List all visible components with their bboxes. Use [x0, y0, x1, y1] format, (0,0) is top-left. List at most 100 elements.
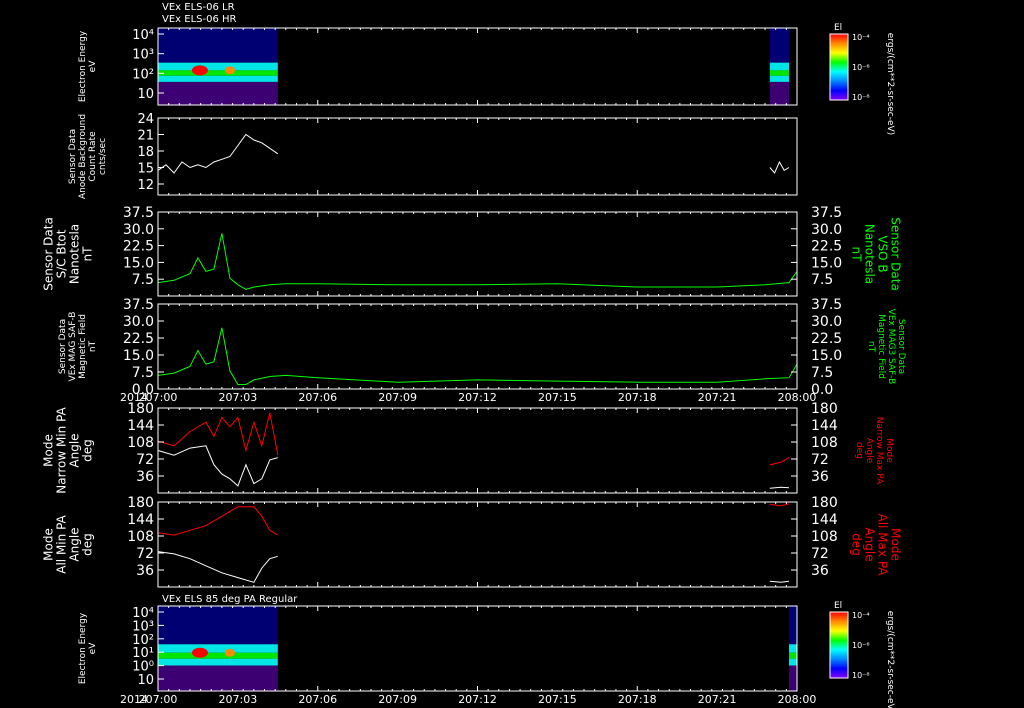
y-label-line: deg — [81, 533, 95, 556]
y-axis-label-right-bmag-saf: Sensor DataVEx MAG3 SAF-BMagnetic Fieldn… — [866, 309, 906, 385]
y-tick-label-right: 72 — [811, 452, 829, 468]
y-label-right-line: VEx MAG3 SAF-B — [886, 309, 896, 385]
y-tick-label-right: 108 — [811, 435, 838, 451]
y-tick-label: 108 — [127, 529, 154, 545]
y-label-line: deg — [81, 439, 95, 462]
y-label-line: eV — [88, 642, 98, 655]
y-label-line: All Min PA — [55, 514, 69, 573]
y-tick-label: 7.5 — [132, 272, 154, 288]
y-tick-label-right: 144 — [811, 418, 838, 434]
y-label-right-line: Sensor Data — [889, 217, 903, 291]
y-tick-label-right: 37.5 — [811, 205, 842, 221]
y-label-line: eV — [88, 60, 98, 73]
y-label-line: Sensor Data — [68, 129, 78, 184]
y-label-line: Sensor Data — [58, 319, 68, 374]
spectrogram-cell — [158, 28, 278, 63]
spectrogram-cell — [789, 658, 797, 666]
y-tick-label-right: 15.0 — [811, 255, 842, 271]
y-label-right-line: deg — [854, 442, 864, 459]
y-label-line: Mode — [42, 528, 56, 561]
y-label-line: Sensor Data — [42, 217, 56, 291]
y-label-right-line: All Max PA — [876, 514, 890, 577]
y-label-line: Count Rate — [88, 131, 98, 182]
colorbar-units-text: ergs/(cm**2-sr-sec-eV) — [885, 33, 895, 135]
y-tick-label: 18 — [137, 145, 154, 160]
series-line-all-pa-white-1 — [769, 580, 790, 583]
series-line-all-pa-red-0 — [157, 506, 279, 536]
colorbar-tick: 10⁻⁸ — [852, 671, 870, 680]
panel-frame-bmag-vso — [157, 211, 798, 297]
y-axis-label-all-pa: Mode All Min PA Angle deg — [42, 514, 95, 573]
y-label-right-line: deg — [850, 533, 864, 556]
y-tick-label: 72 — [136, 546, 154, 562]
spectrogram-cell — [789, 644, 797, 653]
y-tick-label-right: 36 — [811, 469, 829, 485]
colorbar-tick: 10⁻⁶ — [852, 63, 870, 72]
y-label-line: Anode Background — [78, 114, 88, 199]
y-label-line: cnts/sec — [98, 138, 108, 175]
spectrogram-cell — [789, 665, 797, 691]
y-tick-label-right: 180 — [811, 495, 838, 511]
y-label-line: Magnetic Field — [78, 314, 88, 379]
x-tick-label: 207:18 — [618, 391, 657, 404]
y-label-line: Mode — [42, 434, 56, 467]
x-tick-label: 207:15 — [538, 693, 577, 706]
x-tick-label: 207:00 — [139, 391, 178, 404]
y-label-line: Angle — [68, 527, 82, 561]
y-axis-label-right-all-pa: ModeAll Max PAAngledeg — [850, 514, 903, 577]
spectrogram-cell — [158, 62, 278, 71]
spectrogram-cell — [158, 652, 278, 659]
y-axis-label-right-bmag-vso: Sensor DataVSO BNanoteslanT — [850, 217, 903, 291]
y-tick-label: 72 — [136, 452, 154, 468]
colorbar-top — [829, 33, 849, 101]
x-tick-label: 207:09 — [378, 391, 417, 404]
series-line-all-pa-red-1 — [769, 503, 790, 507]
x-tick-label: 207:03 — [219, 693, 258, 706]
y-tick-label: 108 — [127, 435, 154, 451]
y-axis-label-right-narrow-pa: ModeNarrow Max PAAngledeg — [854, 417, 894, 485]
x-tick-label: 207:12 — [458, 391, 497, 404]
colorbar-units-top: ergs/(cm**2-sr-sec-eV) — [885, 33, 895, 135]
colorbar-label: El — [834, 601, 842, 611]
spectrogram-cell — [769, 62, 790, 71]
y-tick-label: 7.5 — [132, 365, 154, 381]
y-label-right-line: VSO B — [876, 235, 890, 272]
y-tick-label-right: 37.5 — [811, 297, 842, 313]
y-tick-label: 10² — [132, 67, 154, 82]
spectrogram-cell — [158, 665, 278, 691]
y-axis-label-bmag-vso: Sensor Data S/C Btot Nanotesla nT — [42, 217, 95, 291]
y-axis-label-narrow-pa: Mode Narrow Min PA Angle deg — [42, 406, 95, 493]
series-line-narrow-pa-red-0 — [157, 412, 279, 456]
spectrogram-cell — [158, 81, 278, 105]
y-label-right-line: Mode — [889, 528, 903, 561]
y-tick-label: 24 — [137, 112, 154, 127]
panel-frame-all-pa — [157, 501, 798, 588]
spectrogram-cell — [224, 648, 235, 657]
y-label-right-line: Angle — [864, 438, 874, 464]
spectrogram-cell — [158, 644, 278, 653]
spectrogram-cell — [769, 28, 790, 63]
y-label-line: Electron Energy — [78, 612, 88, 684]
series-line-anode-background-white-0 — [157, 133, 279, 174]
y-tick-label-right: 30.0 — [811, 314, 842, 330]
plot-canvas: 10⁴10³10²10Electron Energy eV2421181512Se… — [42, 23, 907, 708]
spectrogram-cell — [224, 66, 235, 75]
y-tick-label: 15.0 — [123, 255, 154, 271]
colorbar-units-bottom: ergs/(cm**2-sr-sec-eV) — [885, 611, 895, 708]
x-tick-label: 207:06 — [298, 391, 337, 404]
colorbar-units-text: ergs/(cm**2-sr-sec-eV) — [885, 611, 895, 708]
y-label-line: VEx MAG SAF-B — [68, 312, 78, 382]
y-label-line: S/C Btot — [55, 229, 69, 278]
y-label-line: Nanotesla — [68, 224, 82, 284]
y-tick-label: 10³ — [132, 48, 154, 63]
x-tick-label: 207:09 — [378, 693, 417, 706]
series-line-bmag-vso-green-0 — [157, 233, 798, 290]
y-label-right-line: Sensor Data — [896, 319, 906, 374]
y-tick-label: 30.0 — [123, 314, 154, 330]
y-tick-label-right: 22.5 — [811, 239, 842, 255]
y-tick-label-right: 144 — [811, 512, 838, 528]
y-tick-label: 144 — [127, 418, 154, 434]
panel-frame-bmag-saf — [157, 303, 798, 390]
series-line-anode-background-white-1 — [769, 160, 790, 174]
y-label-right-line: Narrow Max PA — [874, 417, 884, 485]
